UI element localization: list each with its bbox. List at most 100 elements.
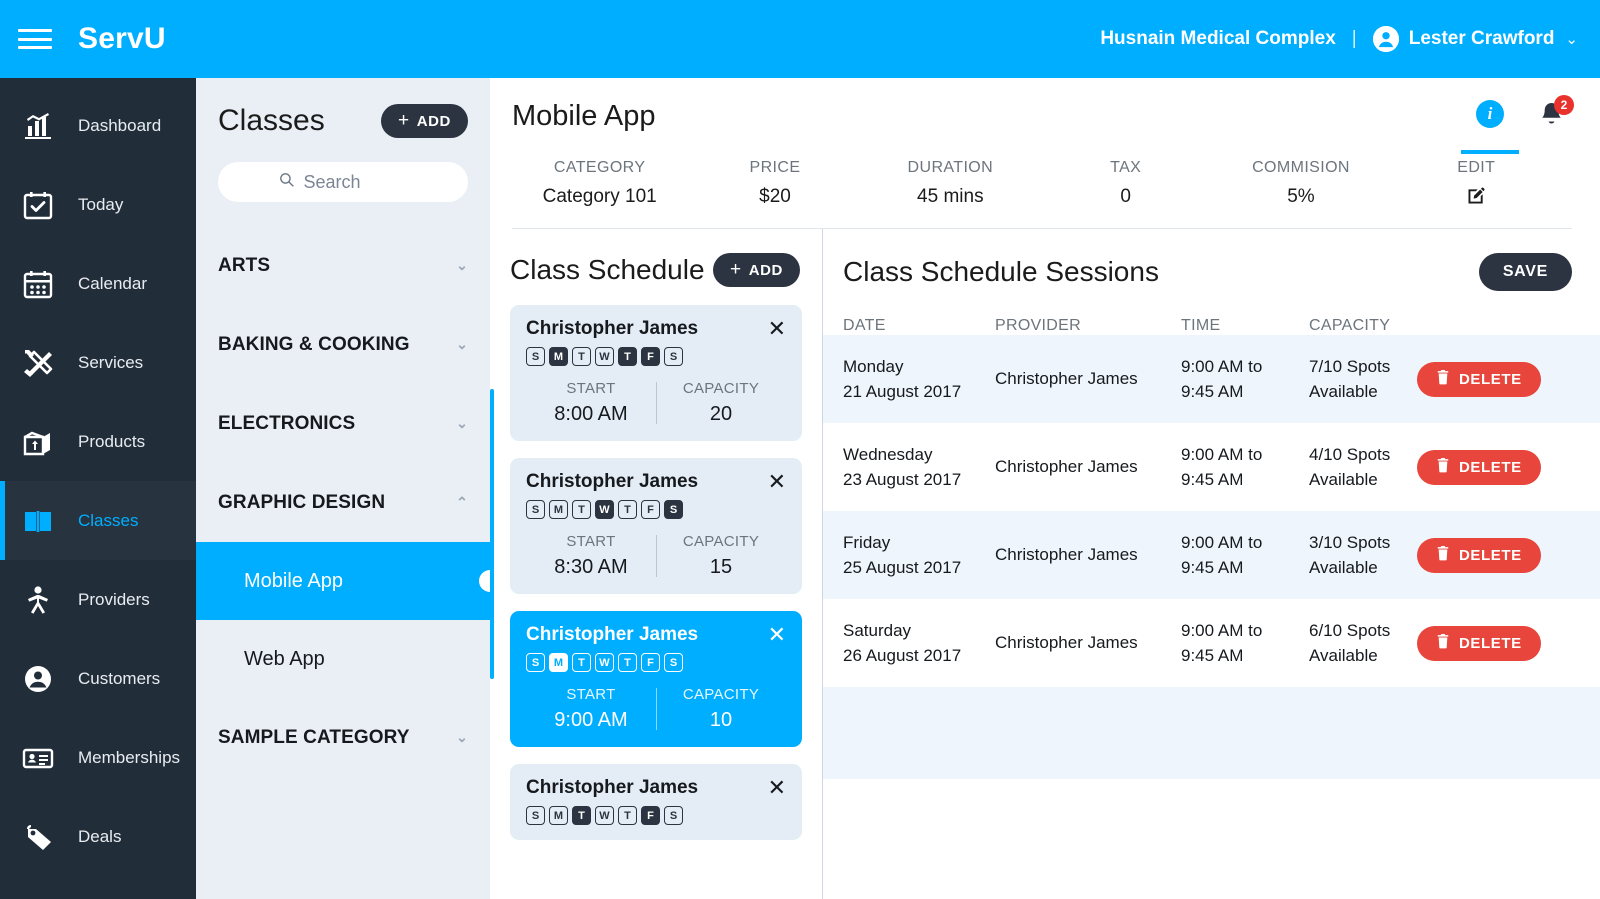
sessions-table: DATE PROVIDER TIME CAPACITY Monday 21 Au…	[823, 317, 1600, 779]
schedule-card[interactable]: Christopher James ✕ S M T W T F S	[510, 458, 802, 594]
sidebar-item-label: Dashboard	[78, 115, 162, 135]
day-pill-wed[interactable]: W	[595, 500, 614, 519]
chevron-down-icon[interactable]: ⌄	[1565, 30, 1578, 48]
person-walk-icon	[18, 583, 58, 617]
day-pill-tue[interactable]: T	[572, 806, 591, 825]
sidebar-item-calendar[interactable]: Calendar	[0, 244, 196, 323]
table-row[interactable]: Friday 25 August 2017 Christopher James …	[823, 511, 1600, 599]
delete-button[interactable]: DELETE	[1417, 625, 1541, 661]
close-icon[interactable]: ✕	[768, 624, 786, 646]
tab-info[interactable]: i	[1450, 100, 1530, 154]
cell-capacity: 7/10 Spots Available	[1309, 354, 1417, 405]
category-sample-category[interactable]: SAMPLE CATEGORY ⌄	[196, 698, 490, 777]
class-item-mobile-app[interactable]: Mobile App	[196, 542, 501, 620]
user-circle-icon	[18, 662, 58, 696]
sidebar-item-customers[interactable]: Customers	[0, 639, 196, 718]
close-icon[interactable]: ✕	[768, 777, 786, 799]
day-pill-wed[interactable]: W	[595, 347, 614, 366]
table-row[interactable]: Saturday 26 August 2017 Christopher Jame…	[823, 599, 1600, 687]
day-pill-mon[interactable]: M	[549, 500, 568, 519]
capacity-value: 15	[709, 556, 733, 578]
search-input[interactable]	[303, 171, 409, 193]
day-pill-fri[interactable]: F	[641, 806, 660, 825]
meta-label: COMMISION	[1252, 159, 1350, 176]
day-pill-fri[interactable]: F	[641, 653, 660, 672]
day-pill-fri[interactable]: F	[641, 347, 660, 366]
save-button[interactable]: SAVE	[1478, 253, 1572, 291]
notifications-button[interactable]: 2	[1530, 95, 1574, 134]
category-baking-cooking[interactable]: BAKING & COOKING ⌄	[196, 305, 490, 384]
schedule-card[interactable]: Christopher James ✕ S M T W T F S	[510, 764, 802, 840]
table-row[interactable]: Wednesday 23 August 2017 Christopher Jam…	[823, 423, 1600, 511]
schedule-card[interactable]: Christopher James ✕ S M T W T F S	[510, 305, 802, 441]
day-pill-sun[interactable]: S	[526, 500, 545, 519]
schedule-capacity: CAPACITY 15	[656, 533, 786, 579]
day-pill-fri[interactable]: F	[641, 500, 660, 519]
chevron-up-icon[interactable]: ⌃	[456, 494, 468, 511]
classes-panel-header: Classes + ADD	[196, 78, 490, 138]
cell-actions: DELETE	[1417, 361, 1600, 397]
category-graphic-design[interactable]: GRAPHIC DESIGN ⌃	[196, 463, 490, 542]
day-pill-tue[interactable]: T	[572, 500, 591, 519]
day-pill-sun[interactable]: S	[526, 806, 545, 825]
day-pill-wed[interactable]: W	[595, 806, 614, 825]
day-pill-mon[interactable]: M	[549, 806, 568, 825]
delete-button[interactable]: DELETE	[1417, 537, 1541, 573]
cell-capacity-spots: 6/10 Spots	[1309, 620, 1391, 640]
cell-date: Saturday 26 August 2017	[843, 618, 995, 669]
column-header-actions	[1417, 317, 1600, 335]
category-electronics[interactable]: ELECTRONICS ⌄	[196, 384, 490, 463]
user-name[interactable]: Lester Crawford	[1409, 28, 1555, 50]
add-class-button[interactable]: + ADD	[380, 104, 468, 138]
delete-button[interactable]: DELETE	[1417, 449, 1541, 485]
close-icon[interactable]: ✕	[768, 471, 786, 493]
calendar-check-icon	[18, 188, 58, 222]
capacity-label: CAPACITY	[682, 380, 760, 397]
day-pill-sat[interactable]: S	[664, 347, 683, 366]
schedule-scrollbar[interactable]	[490, 389, 494, 679]
day-pill-mon[interactable]: M	[549, 347, 568, 366]
day-pill-sun[interactable]: S	[526, 653, 545, 672]
meta-label: TAX	[1110, 159, 1142, 176]
sidebar-item-today[interactable]: Today	[0, 165, 196, 244]
day-pill-mon[interactable]: M	[549, 653, 568, 672]
search-box[interactable]	[218, 162, 468, 202]
sidebar-item-memberships[interactable]: Memberships	[0, 718, 196, 797]
day-pill-wed[interactable]: W	[595, 653, 614, 672]
class-item-web-app[interactable]: Web App	[196, 620, 490, 698]
user-avatar-icon	[1372, 26, 1399, 52]
day-pill-sat[interactable]: S	[664, 653, 683, 672]
meta-value: $20	[759, 186, 791, 207]
edit-pencil-icon[interactable]	[1389, 186, 1564, 212]
day-pill-sun[interactable]: S	[526, 347, 545, 366]
day-pill-sat[interactable]: S	[664, 500, 683, 519]
info-icon: i	[1476, 100, 1504, 128]
day-pill-thu[interactable]: T	[618, 500, 637, 519]
chevron-down-icon[interactable]: ⌄	[456, 729, 468, 746]
cell-capacity: 6/10 Spots Available	[1309, 618, 1417, 669]
sidebar-item-classes[interactable]: Classes	[0, 481, 196, 560]
day-pill-tue[interactable]: T	[572, 653, 591, 672]
chevron-down-icon[interactable]: ⌄	[456, 336, 468, 353]
day-pill-thu[interactable]: T	[618, 653, 637, 672]
hamburger-menu-icon[interactable]	[18, 26, 52, 52]
sidebar-item-services[interactable]: Services	[0, 323, 196, 402]
sidebar-item-providers[interactable]: Providers	[0, 560, 196, 639]
meta-edit[interactable]: EDIT	[1389, 159, 1564, 212]
sidebar-item-dashboard[interactable]: Dashboard	[0, 86, 196, 165]
add-schedule-button[interactable]: + ADD	[712, 253, 800, 287]
meta-label: PRICE	[749, 159, 801, 176]
schedule-card-selected[interactable]: Christopher James ✕ S M T W T F S START …	[510, 611, 802, 747]
day-pill-thu[interactable]: T	[618, 806, 637, 825]
close-icon[interactable]: ✕	[768, 318, 786, 340]
category-arts[interactable]: ARTS ⌄	[196, 226, 490, 305]
chevron-down-icon[interactable]: ⌄	[456, 415, 468, 432]
table-row[interactable]: Monday 21 August 2017 Christopher James …	[823, 335, 1600, 423]
day-pill-tue[interactable]: T	[572, 347, 591, 366]
day-pill-sat[interactable]: S	[664, 806, 683, 825]
chevron-down-icon[interactable]: ⌄	[456, 257, 468, 274]
sidebar-item-products[interactable]: Products	[0, 402, 196, 481]
delete-button[interactable]: DELETE	[1417, 361, 1541, 397]
day-pill-thu[interactable]: T	[618, 347, 637, 366]
sidebar-item-deals[interactable]: Deals	[0, 797, 196, 876]
